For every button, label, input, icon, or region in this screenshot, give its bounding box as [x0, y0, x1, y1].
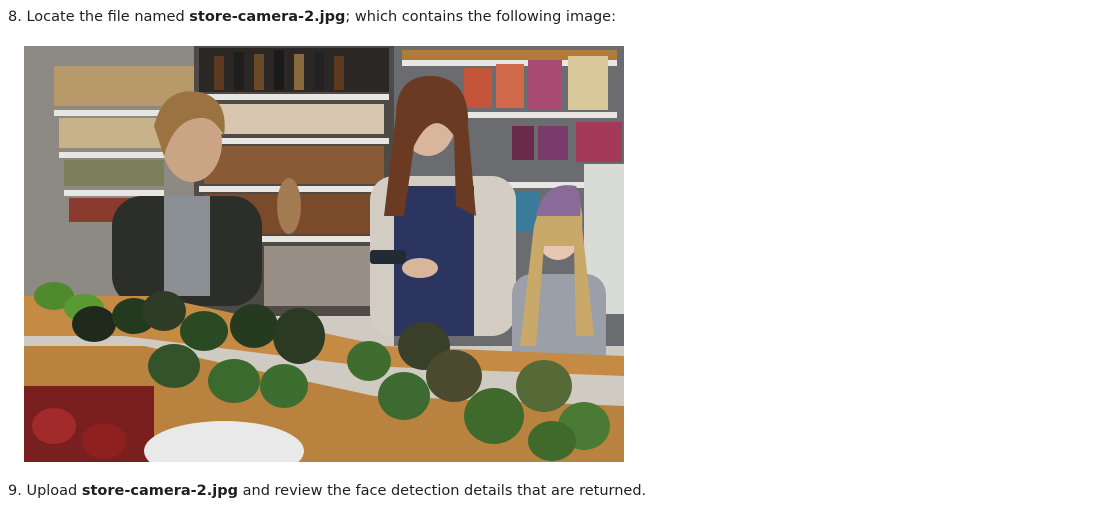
instruction-step-8: 8. Locate the file named store-camera-2.… [8, 7, 616, 27]
step-number: 9. [8, 483, 22, 499]
step-text-before: Locate the file named [21, 9, 190, 25]
step-text-after: ; which contains the following image: [345, 9, 616, 25]
step-text-before: Upload [21, 483, 82, 499]
filename: store-camera-2.jpg [81, 483, 239, 499]
store-camera-photo [24, 46, 624, 462]
instruction-step-9: 9. Upload store-camera-2.jpg and review … [8, 481, 646, 501]
filename: store-camera-2.jpg [189, 9, 346, 25]
step-text-after: and review the face detection details th… [238, 483, 647, 499]
step-number: 8. [8, 9, 22, 25]
